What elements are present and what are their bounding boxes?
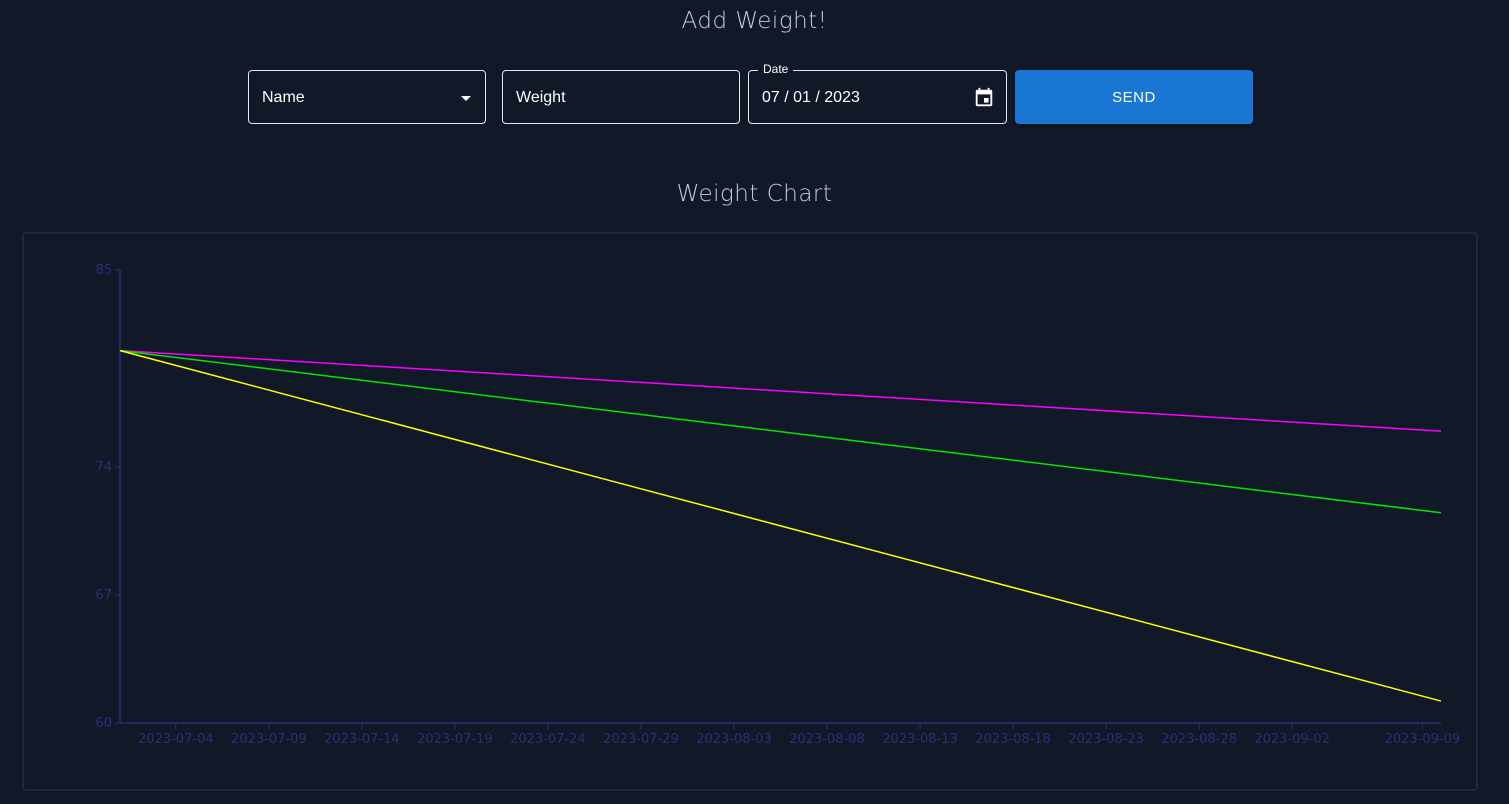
x-tick-label: 2023-08-18 [975,732,1051,747]
weight-chart: 60 67 74 85 2023-07-04 2023-07-09 2023-07-14 20… [95,263,1461,747]
calendar-icon[interactable] [973,87,995,109]
x-tick-label: 2023-07-09 [231,732,307,747]
x-tick-label: 2023-07-04 [138,732,214,747]
chart-title: Weight Chart [676,181,833,207]
x-tick-label: 2023-09-02 [1254,732,1330,747]
x-tick-label: 2023-07-29 [603,732,679,747]
y-tick-label: 74 [95,460,112,475]
page: Add Weight! Name Weight Date 07 / 01 / 2… [0,0,1509,804]
x-tick-label: 2023-08-03 [696,732,772,747]
weight-input[interactable]: Weight [502,70,740,124]
series-line-2 [119,349,1442,514]
x-tick-label: 2023-07-19 [417,732,493,747]
name-select[interactable]: Name [248,70,486,124]
x-tick-label: 2023-07-14 [324,732,400,747]
series-line-1 [119,349,1442,432]
date-input-value: 07 / 01 / 2023 [762,89,860,106]
x-tick-label: 2023-08-13 [882,732,958,747]
y-tick-label: 67 [95,588,112,603]
x-tick-label: 2023-08-08 [789,732,865,747]
weight-input-placeholder: Weight [516,89,566,106]
send-button[interactable]: SEND [1015,70,1253,124]
y-tick-label: 60 [95,716,112,731]
name-select-value: Name [262,89,305,106]
series-line-3 [119,349,1442,702]
x-tick-label: 2023-08-28 [1161,732,1237,747]
dropdown-arrow-icon [461,96,471,101]
chart-card: 60 67 74 85 2023-07-04 2023-07-09 2023-07-14 20… [22,232,1478,791]
form-title: Add Weight! [681,8,828,34]
date-label: Date [758,62,794,76]
y-tick-label: 85 [95,263,112,278]
date-input[interactable]: Date 07 / 01 / 2023 [748,62,1007,124]
x-tick-label: 2023-08-23 [1068,732,1144,747]
x-tick-label: 2023-07-24 [510,732,586,747]
x-tick-label: 2023-09-09 [1385,732,1461,747]
